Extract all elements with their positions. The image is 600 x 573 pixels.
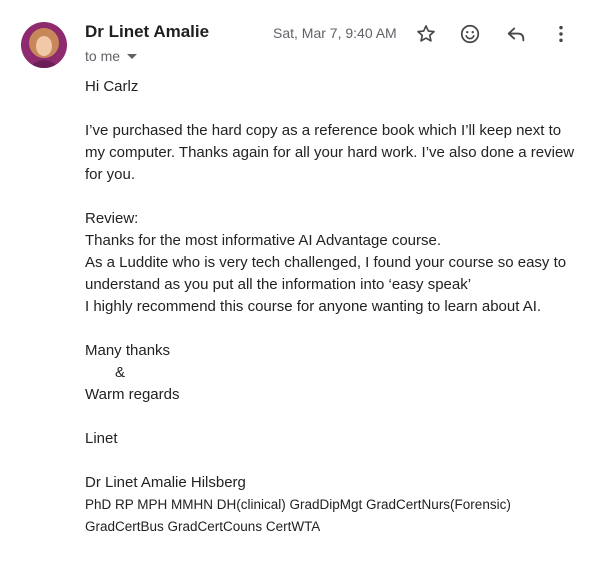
review-line: understand as you put all the informatio… xyxy=(85,276,472,293)
sender-avatar[interactable] xyxy=(21,22,67,68)
message-timestamp: Sat, Mar 7, 9:40 AM xyxy=(273,25,397,41)
closing-line: Many thanks xyxy=(85,342,171,359)
reply-icon xyxy=(507,27,525,42)
more-vert-icon xyxy=(559,25,563,43)
recipient-toggle[interactable]: to me xyxy=(85,48,138,64)
closing-line: & xyxy=(115,364,126,381)
star-icon xyxy=(417,25,435,42)
star-button[interactable] xyxy=(414,22,438,46)
more-options-button[interactable] xyxy=(549,22,573,46)
message-body: Hi Carlz I’ve purchased the hard copy as… xyxy=(85,76,585,538)
signature-credentials: GradCertBus GradCertCouns CertWTA xyxy=(85,519,321,534)
signature-credentials: PhD RP MPH MMHN DH(clinical) GradDipMgt … xyxy=(85,497,511,512)
review-line: Thanks for the most informative AI Advan… xyxy=(85,232,442,249)
closing-line: Warm regards xyxy=(85,386,180,403)
review-line: I highly recommend this course for anyon… xyxy=(85,298,542,315)
reply-button[interactable] xyxy=(504,22,528,46)
recipient-label: to me xyxy=(85,48,121,64)
review-line: As a Luddite who is very tech challenged… xyxy=(85,254,567,271)
body-line: for you. xyxy=(85,166,136,183)
body-line: I’ve purchased the hard copy as a refere… xyxy=(85,122,562,139)
review-heading: Review: xyxy=(85,210,139,227)
sender-name[interactable]: Dr Linet Amalie xyxy=(85,22,209,42)
emoji-reaction-icon xyxy=(460,24,480,44)
body-line: my computer. Thanks again for all your h… xyxy=(85,144,575,161)
signature-name: Dr Linet Amalie Hilsberg xyxy=(85,474,246,491)
signoff: Linet xyxy=(85,430,118,447)
avatar-image xyxy=(21,22,67,68)
chevron-down-icon xyxy=(127,53,138,59)
greeting: Hi Carlz xyxy=(85,78,139,95)
add-reaction-button[interactable] xyxy=(458,22,482,46)
